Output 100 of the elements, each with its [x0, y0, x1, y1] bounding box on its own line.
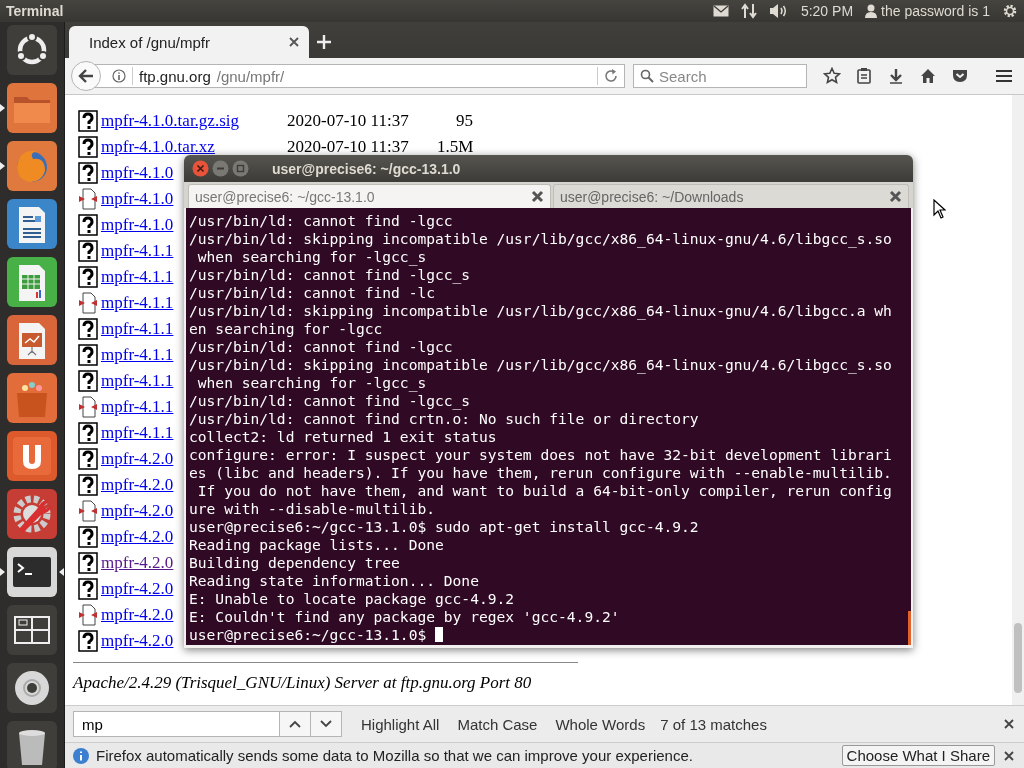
unknown-file-icon [78, 240, 98, 262]
file-size: 1.5M [437, 137, 473, 157]
find-option[interactable]: Match Case [448, 715, 547, 733]
person-icon[interactable] [865, 4, 878, 18]
file-link[interactable]: mpfr-4.1.1 [101, 319, 174, 338]
terminal-line: when searching for -lgcc_s [196, 248, 427, 266]
close-find-button[interactable] [1002, 719, 1016, 729]
file-link[interactable]: mpfr-4.1.0 [101, 215, 174, 234]
spreadsheet-icon[interactable] [7, 257, 57, 307]
address-bar[interactable]: ftp.gnu.org /gnu/mpfr/ [95, 64, 625, 88]
close-icon[interactable] [530, 190, 544, 203]
browser-tab[interactable]: Index of /gnu/mpfr [69, 26, 309, 58]
u-shape-icon[interactable] [7, 431, 57, 481]
unknown-file-icon [78, 318, 98, 340]
file-link[interactable]: mpfr-4.2.0 [101, 475, 174, 494]
mail-icon[interactable] [712, 5, 729, 17]
scrollbar-thumb[interactable] [1014, 623, 1022, 693]
terminal-tab[interactable]: user@precise6: ~/gcc-13.1.0 [188, 184, 551, 208]
unknown-file-icon [78, 448, 98, 470]
circle-logo-icon[interactable] [7, 25, 57, 75]
file-link[interactable]: mpfr-4.2.0 [101, 605, 174, 624]
file-link[interactable]: mpfr-4.1.1 [101, 423, 174, 442]
file-link[interactable]: mpfr-4.1.0.tar.xz [101, 137, 215, 156]
unknown-file-icon [78, 136, 98, 158]
file-link[interactable]: mpfr-4.1.0.tar.gz.sig [101, 111, 239, 130]
file-link[interactable]: mpfr-4.2.0 [101, 527, 174, 546]
file-link[interactable]: mpfr-4.1.0 [101, 189, 174, 208]
file-link[interactable]: mpfr-4.2.0 [101, 579, 174, 598]
url-path: /gnu/mpfr/ [216, 67, 285, 85]
workspaces-icon[interactable] [7, 605, 57, 655]
unknown-file-icon [78, 552, 98, 574]
back-button[interactable] [71, 61, 101, 91]
wrench-gear-icon[interactable] [7, 489, 57, 539]
close-icon [1004, 750, 1014, 761]
close-window-icon[interactable] [192, 160, 209, 177]
close-icon[interactable] [889, 190, 902, 203]
file-link[interactable]: mpfr-4.1.1 [101, 397, 174, 416]
terminal-line: /usr/bin/ld: cannot find -lgcc [189, 212, 453, 230]
volume-icon[interactable] [768, 3, 789, 19]
match-count: 7 of 13 matches [660, 715, 767, 733]
file-link[interactable]: mpfr-4.1.1 [101, 345, 174, 364]
reload-icon[interactable] [604, 69, 618, 83]
terminal-line: Building dependency tree [189, 554, 400, 572]
terminal-line: /usr/bin/ld: skipping incompatible /usr/lib/gcc/x86_64-linux-gnu/4.6/libgcc.a wh [189, 302, 892, 320]
scrollbar-thumb[interactable] [908, 611, 911, 645]
unknown-file-icon [78, 214, 98, 236]
reading-list-icon[interactable] [855, 67, 873, 85]
terminal-line: /usr/bin/ld: cannot find -lgcc_s [189, 392, 471, 410]
terminal-line: E: Couldn't find any package by regex 'gcc-4.9.2' [189, 608, 620, 626]
archive-file-icon [78, 292, 98, 314]
file-link[interactable]: mpfr-4.1.0 [101, 163, 174, 182]
file-link[interactable]: mpfr-4.2.0 [101, 501, 174, 520]
minimize-icon[interactable] [212, 160, 229, 177]
terminal-line: user@precise6:~/gcc-13.1.0$ [189, 626, 443, 644]
terminal-line: /usr/bin/ld: cannot find -lgcc_s [189, 266, 471, 284]
user-name[interactable]: the password is 1 [881, 3, 990, 19]
app-title: Terminal [6, 3, 64, 19]
file-link[interactable]: mpfr-4.2.0 [101, 553, 174, 572]
file-link[interactable]: mpfr-4.1.1 [101, 371, 174, 390]
terminal-line: /usr/bin/ld: cannot find -lc [189, 284, 435, 302]
home-icon[interactable] [919, 67, 937, 85]
close-icon[interactable] [289, 37, 299, 47]
terminal-line: E: Unable to locate package gcc-4.9.2 [189, 590, 515, 608]
terminal-icon[interactable] [7, 547, 57, 597]
close-icon [1004, 719, 1014, 729]
choose-button[interactable]: Choose What I Share [841, 745, 995, 766]
find-option[interactable]: Highlight All [352, 715, 449, 733]
terminal-tab[interactable]: user@precise6: ~/Downloads [552, 184, 909, 208]
unknown-file-icon [78, 578, 98, 600]
maximize-icon[interactable] [232, 160, 249, 177]
scrollbar[interactable] [1012, 95, 1024, 705]
document-icon[interactable] [7, 199, 57, 249]
terminal-line: /usr/bin/ld: cannot find -lgcc [189, 338, 453, 356]
terminal-line: configure: error: I suspect your system does not have 32-bit development librari [189, 446, 892, 464]
terminal-line: /usr/bin/ld: skipping incompatible /usr/lib/gcc/x86_64-linux-gnu/4.6/libgcc_s.so [189, 356, 892, 374]
info-icon [73, 747, 89, 764]
unknown-file-icon [78, 422, 98, 444]
bookmark-star-icon[interactable] [823, 67, 841, 85]
server-signature: Apache/2.4.29 (Trisquel_GNU/Linux) Server at ftp.gnu.org Port 80 [73, 673, 533, 693]
find-option[interactable]: Whole Words [546, 715, 655, 733]
unknown-file-icon [78, 110, 98, 132]
settings-icon[interactable] [1002, 3, 1018, 19]
file-link[interactable]: mpfr-4.1.1 [101, 293, 174, 312]
clock[interactable]: 5:20 PM [800, 3, 854, 19]
window-title: user@precise6: ~/gcc-13.1.0 [272, 160, 461, 177]
presentation-icon[interactable] [7, 315, 57, 365]
close-notification-button[interactable] [1002, 750, 1016, 761]
new-tab-icon[interactable] [317, 35, 331, 49]
download-icon[interactable] [887, 67, 905, 85]
pocket-icon[interactable] [951, 67, 969, 85]
file-link[interactable]: mpfr-4.2.0 [101, 631, 174, 650]
trash-icon[interactable] [7, 721, 57, 768]
terminal-line: en searching for -lgcc [189, 320, 383, 338]
info-icon[interactable] [112, 69, 126, 83]
search-field[interactable]: Search [633, 64, 807, 88]
menu-icon[interactable] [995, 67, 1013, 85]
file-link[interactable]: mpfr-4.1.1 [101, 241, 174, 260]
file-link[interactable]: mpfr-4.1.1 [101, 267, 174, 286]
file-link[interactable]: mpfr-4.2.0 [101, 449, 174, 468]
network-arrows-icon[interactable] [740, 3, 757, 19]
